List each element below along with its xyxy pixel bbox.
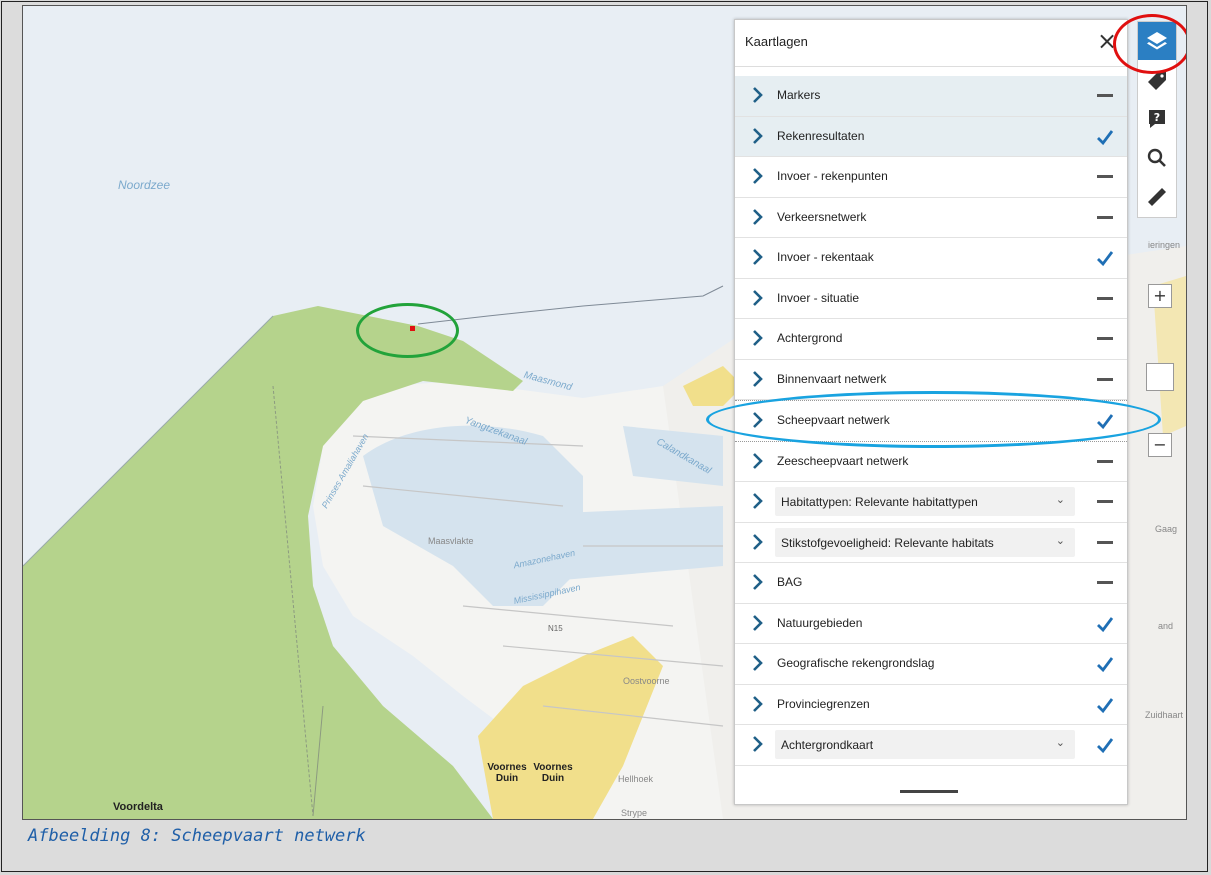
chevron-right-icon[interactable]: [749, 572, 767, 592]
figure-caption: Afbeelding 8: Scheepvaart netwerk: [28, 826, 366, 846]
panel-header: Kaartlagen ×: [735, 20, 1127, 67]
green-highlight-ellipse: [356, 303, 459, 358]
chevron-down-icon: ⌄: [1055, 736, 1065, 749]
chevron-right-icon[interactable]: [749, 653, 767, 673]
map-label-gaag: Gaag: [1155, 524, 1178, 534]
red-highlight-ellipse: [1113, 14, 1186, 74]
hidden-dash-icon[interactable]: [1097, 94, 1113, 97]
layer-label: Achtergrondkaart: [781, 738, 874, 752]
chevron-right-icon[interactable]: [749, 85, 767, 105]
layer-label: Rekenresultaten: [777, 128, 865, 143]
map-label-hellhoek: Hellhoek: [618, 774, 654, 784]
chevron-right-icon[interactable]: [749, 734, 767, 754]
zoom-in-button[interactable]: +: [1148, 284, 1172, 308]
visible-check-icon[interactable]: [1095, 614, 1115, 634]
layer-row[interactable]: Verkeersnetwerk: [735, 198, 1127, 238]
map-label-and: and: [1158, 621, 1174, 631]
hidden-dash-icon[interactable]: [1097, 337, 1113, 340]
chevron-right-icon[interactable]: [749, 451, 767, 471]
visible-check-icon[interactable]: [1095, 735, 1115, 755]
chevron-right-icon[interactable]: [749, 288, 767, 308]
layer-row[interactable]: Provinciegrenzen: [735, 685, 1127, 725]
layer-label: Zeescheepvaart netwerk: [777, 453, 909, 468]
map-label-oostvoorne: Oostvoorne: [623, 676, 670, 686]
chevron-right-icon[interactable]: [749, 369, 767, 389]
chevron-down-icon: ⌄: [1055, 533, 1065, 547]
layer-row[interactable]: Invoer - situatie: [735, 279, 1127, 319]
layer-row[interactable]: Habitattypen: Relevante habitattypen ⌄: [735, 482, 1127, 523]
svg-text:?: ?: [1154, 111, 1160, 124]
layer-label: Provinciegrenzen: [777, 696, 870, 711]
map-label-maasvlakte: Maasvlakte: [428, 536, 474, 546]
zoom-out-button[interactable]: −: [1148, 433, 1172, 457]
chevron-right-icon[interactable]: [749, 247, 767, 267]
map-label-zuidhaert: Zuidhaart: [1145, 710, 1184, 720]
info-icon: ?: [1149, 110, 1165, 128]
chevron-right-icon[interactable]: [749, 126, 767, 146]
layer-label: Achtergrond: [777, 331, 843, 345]
chevron-right-icon[interactable]: [749, 491, 767, 511]
layer-row[interactable]: Markers: [735, 76, 1127, 117]
layer-label: Verkeersnetwerk: [777, 209, 867, 224]
search-icon: [1147, 148, 1166, 167]
map-label-voordelta: Voordelta: [113, 801, 163, 813]
hidden-dash-icon[interactable]: [1097, 459, 1113, 463]
panel-title: Kaartlagen: [745, 34, 808, 49]
hidden-dash-icon[interactable]: [1097, 175, 1113, 178]
visible-check-icon[interactable]: [1095, 127, 1115, 147]
map-view[interactable]: Noordzee Maasmond Yangtzekanaal Calandka…: [22, 5, 1187, 820]
layer-row[interactable]: Invoer - rekentaak: [735, 238, 1127, 279]
layer-label: Invoer - situatie: [777, 290, 860, 305]
chevron-right-icon[interactable]: [749, 328, 767, 348]
layer-row[interactable]: BAG: [735, 563, 1127, 604]
search-tool-button[interactable]: [1138, 139, 1176, 177]
chevron-right-icon[interactable]: [749, 532, 767, 552]
chevron-right-icon[interactable]: [749, 207, 767, 227]
layer-label: Natuurgebieden: [777, 615, 863, 630]
hidden-dash-icon[interactable]: [1097, 581, 1113, 584]
ruler-icon: [1148, 188, 1166, 206]
blue-highlight-ellipse: [706, 391, 1161, 448]
map-label-n15: N15: [548, 624, 563, 633]
visible-check-icon[interactable]: [1095, 695, 1115, 715]
layer-label: Habitattypen: Relevante habitattypen: [781, 495, 978, 509]
panel-resize-handle[interactable]: [900, 790, 958, 793]
hidden-dash-icon[interactable]: [1097, 377, 1113, 381]
hidden-dash-icon[interactable]: [1097, 215, 1113, 219]
map-label-vierlingen: ieringen: [1148, 240, 1181, 250]
hidden-dash-icon[interactable]: [1097, 540, 1113, 544]
map-label-noordzee: Noordzee: [118, 178, 171, 192]
layer-row[interactable]: Achtergrondkaart ⌄: [735, 725, 1127, 766]
layer-label: Invoer - rekenpunten: [777, 169, 888, 183]
hidden-dash-icon[interactable]: [1097, 500, 1113, 503]
layer-style-select[interactable]: Achtergrondkaart ⌄: [775, 730, 1075, 759]
layer-row[interactable]: Invoer - rekenpunten: [735, 157, 1127, 198]
visible-check-icon[interactable]: [1095, 654, 1115, 674]
measure-tool-button[interactable]: [1138, 177, 1176, 215]
layer-row[interactable]: Natuurgebieden: [735, 604, 1127, 644]
info-tool-button[interactable]: ?: [1138, 100, 1176, 138]
layer-label: Invoer - rekentaak: [777, 250, 874, 264]
chevron-right-icon[interactable]: [749, 166, 767, 186]
chevron-right-icon[interactable]: [749, 613, 767, 633]
layer-label: Stikstofgevoeligheid: Relevante habitats: [781, 535, 994, 550]
chevron-right-icon[interactable]: [749, 694, 767, 714]
layer-row[interactable]: Geografische rekengrondslag: [735, 644, 1127, 685]
layer-label: Markers: [777, 88, 821, 102]
chevron-down-icon: ⌄: [1055, 493, 1065, 506]
layer-row[interactable]: Stikstofgevoeligheid: Relevante habitats…: [735, 523, 1127, 563]
visible-check-icon[interactable]: [1095, 248, 1115, 268]
layer-label: Binnenvaart netwerk: [777, 371, 887, 386]
map-label-strype: Strype: [621, 808, 648, 818]
layer-label: BAG: [777, 575, 803, 589]
map-label-voornes-duin-2: Voornes Duin: [533, 762, 573, 784]
layer-row[interactable]: Rekenresultaten: [735, 116, 1127, 157]
layer-label: Geografische rekengrondslag: [777, 656, 935, 670]
zoom-slider-handle[interactable]: [1146, 363, 1174, 391]
layer-style-select[interactable]: Stikstofgevoeligheid: Relevante habitats…: [775, 527, 1075, 557]
layer-row[interactable]: Achtergrond: [735, 319, 1127, 360]
hidden-dash-icon[interactable]: [1097, 296, 1113, 300]
layer-style-select[interactable]: Habitattypen: Relevante habitattypen ⌄: [775, 487, 1075, 516]
map-label-voornes-duin-1: Voornes Duin: [487, 762, 527, 784]
